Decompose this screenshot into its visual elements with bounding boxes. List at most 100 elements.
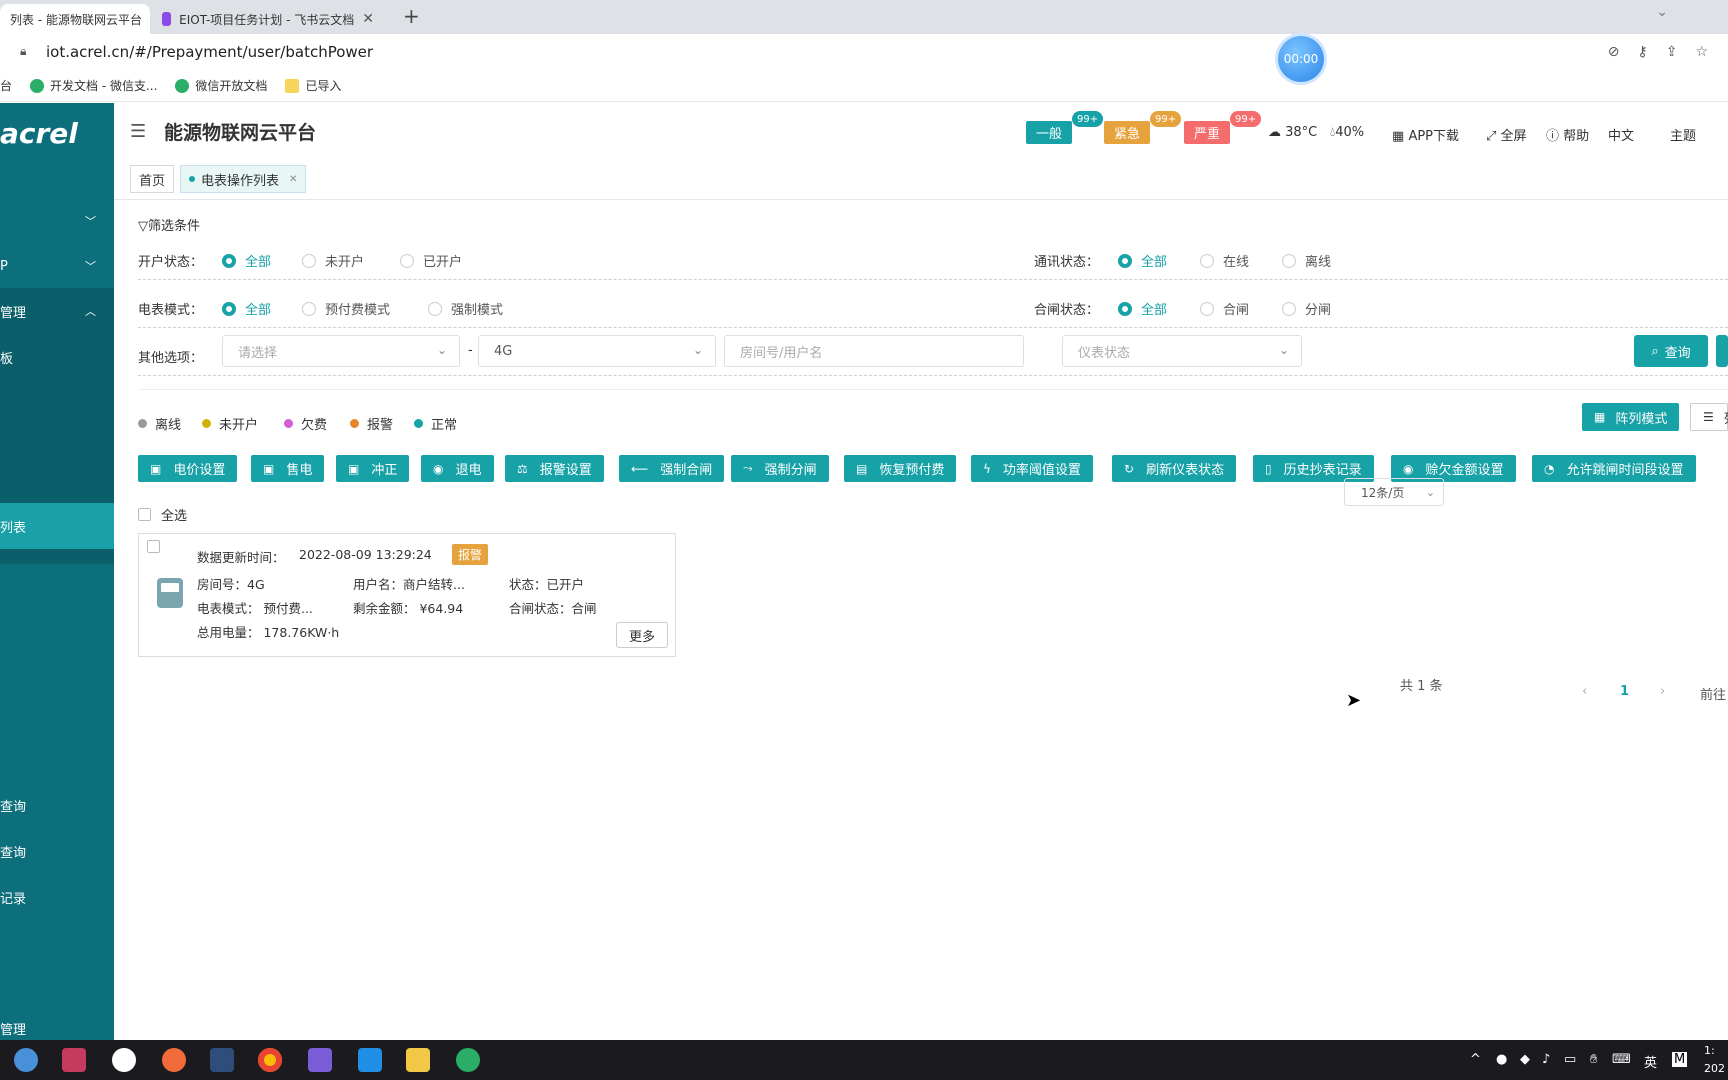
sidebar-item-management[interactable]: 管理 ︿ — [0, 288, 114, 334]
network-tool-icon[interactable] — [210, 1048, 234, 1072]
radio-switch-open[interactable]: 分闸 — [1282, 299, 1331, 318]
next-page-icon[interactable]: › — [1660, 684, 1665, 699]
meter-mode-label: 电表模式： — [138, 303, 204, 318]
editor-icon[interactable] — [358, 1048, 382, 1072]
query-button[interactable]: ⌕ 查询 — [1634, 335, 1708, 367]
input-language[interactable]: 英 — [1644, 1052, 1657, 1071]
sell-power-button[interactable]: ▣ 售电 — [251, 455, 325, 482]
trip-time-button[interactable]: ◔ 允许跳闸时间段设置 — [1532, 455, 1696, 482]
ime-mode[interactable]: M — [1672, 1052, 1688, 1067]
blocked-icon[interactable]: ⊘ — [1608, 44, 1620, 60]
sidebar-item[interactable]: 记录 — [0, 874, 114, 920]
browser-tab-active[interactable]: 列表 - 能源物联网云平台✕ — [0, 4, 150, 34]
lock-icon[interactable]: 🔒︎ — [20, 44, 26, 59]
bookmark-folder[interactable]: 已导入 — [285, 77, 341, 94]
bookmark[interactable]: 台 — [0, 77, 12, 94]
radio-comm-offline[interactable]: 离线 — [1282, 251, 1331, 270]
mountain-app-icon[interactable] — [308, 1048, 332, 1072]
radio-account-all[interactable]: 全部 — [222, 251, 271, 270]
price-setting-button[interactable]: ▣ 电价设置 — [138, 455, 238, 482]
language-select[interactable]: 中文 — [1608, 125, 1634, 144]
browser-tab[interactable]: EIOT-项目任务计划 - 飞书云文档 ✕ — [152, 4, 384, 34]
bookmark[interactable]: 微信开放文档 — [175, 77, 267, 94]
close-icon[interactable]: ✕ — [289, 174, 297, 185]
chevron-down-icon[interactable]: ⌄ — [1656, 4, 1668, 20]
reset-button[interactable] — [1716, 335, 1728, 367]
intellij-icon[interactable] — [62, 1048, 86, 1072]
mongodb-icon[interactable] — [112, 1048, 136, 1072]
sidebar-item[interactable]: ﹀ — [0, 198, 114, 244]
radio-account-unopened[interactable]: 未开户 — [302, 251, 364, 270]
radio-mode-prepaid[interactable]: 预付费模式 — [302, 299, 390, 318]
tray-shield-icon[interactable]: ◆ — [1520, 1052, 1530, 1067]
grid-mode-label: 阵列模式 — [1615, 411, 1668, 427]
input-tool-icon[interactable]: ✋︎ — [1590, 1052, 1597, 1067]
select-all-checkbox[interactable]: 全选 — [138, 505, 187, 524]
page-size-select[interactable]: 12条/页 ⌄ — [1344, 478, 1444, 506]
force-open-button[interactable]: ⤳ 强制分闸 — [731, 455, 829, 482]
network-icon[interactable]: ▭ — [1564, 1052, 1576, 1067]
list-mode-button[interactable]: ☰列 — [1690, 403, 1728, 431]
keyboard-icon[interactable]: ⌨ — [1612, 1052, 1631, 1067]
restore-prepaid-button[interactable]: ▤ 恢复预付费 — [844, 455, 957, 482]
clock-icon: ◔ — [1544, 461, 1555, 476]
sidebar-item[interactable]: P ﹀ — [0, 243, 114, 289]
room-user-input[interactable]: 房间号/用户名 — [724, 335, 1024, 367]
tab-meter-operation-list[interactable]: 电表操作列表 ✕ — [180, 165, 307, 193]
start-icon[interactable] — [14, 1048, 38, 1072]
meter-status-select[interactable]: 仪表状态 ⌄ — [1062, 335, 1302, 367]
alarm-urgent-button[interactable]: 紧急 — [1104, 121, 1150, 144]
wechat-icon[interactable] — [456, 1048, 480, 1072]
refund-button[interactable]: ◉ 退电 — [421, 455, 494, 482]
new-tab-icon[interactable]: + — [403, 4, 420, 28]
postman-icon[interactable] — [162, 1048, 186, 1072]
radio-mode-forced[interactable]: 强制模式 — [428, 299, 503, 318]
star-icon[interactable]: ☆ — [1695, 44, 1708, 60]
legend-label: 正常 — [431, 418, 458, 433]
file-explorer-icon[interactable] — [406, 1048, 430, 1072]
alarm-general-button[interactable]: 一般 — [1026, 121, 1072, 144]
grid-mode-button[interactable]: ▦ 阵列模式 — [1582, 403, 1680, 431]
key-icon[interactable]: ⚷ — [1637, 44, 1647, 60]
help-button[interactable]: ⓘ 帮助 — [1546, 125, 1589, 144]
close-icon[interactable]: ✕ — [354, 11, 374, 27]
clock-date[interactable]: 202 — [1704, 1062, 1725, 1075]
alarm-severe-button[interactable]: 严重 — [1184, 121, 1230, 144]
reverse-button[interactable]: ▣ 冲正 — [336, 455, 410, 482]
radio-comm-online[interactable]: 在线 — [1200, 251, 1249, 270]
more-button[interactable]: 更多 — [616, 622, 668, 648]
building-select[interactable]: 4G ⌄ — [478, 335, 716, 367]
radio-account-opened[interactable]: 已开户 — [400, 251, 462, 270]
volume-icon[interactable]: ♪ — [1542, 1052, 1550, 1067]
radio-mode-all[interactable]: 全部 — [222, 299, 271, 318]
prev-page-icon[interactable]: ‹ — [1582, 684, 1587, 699]
force-close-button[interactable]: ⟵ 强制合闸 — [619, 455, 725, 482]
sidebar-item[interactable]: 查询 — [0, 782, 114, 828]
alarm-setting-button[interactable]: ⚖ 报警设置 — [505, 455, 604, 482]
recording-timer[interactable]: 00:00 — [1278, 36, 1324, 82]
radio-comm-all[interactable]: 全部 — [1118, 251, 1167, 270]
sidebar-item[interactable]: 管理 — [0, 1016, 114, 1040]
card-checkbox[interactable] — [147, 540, 160, 553]
fullscreen-button[interactable]: ⤢ 全屏 — [1486, 125, 1527, 144]
radio-switch-closed[interactable]: 合闸 — [1200, 299, 1249, 318]
refresh-meter-button[interactable]: ↻ 刷新仪表状态 — [1112, 455, 1237, 482]
sidebar-item-list[interactable]: 列表 — [0, 503, 114, 549]
chrome-icon[interactable] — [258, 1048, 282, 1072]
close-icon[interactable]: ✕ — [142, 11, 151, 27]
menu-toggle-icon[interactable]: ☰ — [130, 121, 146, 142]
radio-switch-all[interactable]: 全部 — [1118, 299, 1167, 318]
bookmark[interactable]: 开发文档 - 微信支... — [30, 77, 157, 94]
power-threshold-button[interactable]: ϟ 功率阈值设置 — [971, 455, 1093, 482]
tab-home[interactable]: 首页 — [130, 165, 175, 193]
sidebar-item[interactable]: 查询 — [0, 828, 114, 874]
clock-time[interactable]: 1: — [1704, 1044, 1715, 1057]
tray-wechat-icon[interactable]: ● — [1496, 1052, 1507, 1067]
page-number[interactable]: 1 — [1620, 684, 1629, 699]
project-select[interactable]: 请选择 ⌄ — [222, 335, 460, 367]
tray-chevron-icon[interactable]: ^ — [1470, 1052, 1481, 1067]
share-icon[interactable]: ⇪ — [1666, 44, 1678, 60]
theme-button[interactable]: 主题 — [1670, 125, 1696, 144]
app-download-link[interactable]: ▦ APP下载 — [1392, 125, 1459, 144]
url-field[interactable]: iot.acrel.cn/#/Prepayment/user/batchPowe… — [46, 43, 373, 61]
